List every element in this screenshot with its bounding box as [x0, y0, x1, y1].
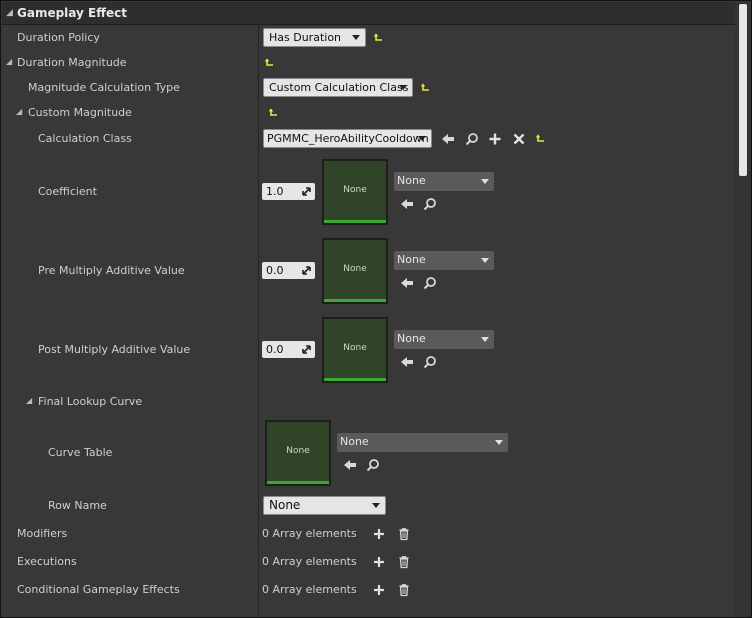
- chevron-down-icon: [399, 85, 407, 90]
- calculation-class-label: Calculation Class: [38, 132, 132, 145]
- post-multiply-label: Post Multiply Additive Value: [38, 343, 191, 356]
- browse-search-icon[interactable]: [366, 458, 380, 472]
- coefficient-label: Coefficient: [38, 185, 97, 198]
- post-multiply-curve-value: None: [397, 332, 426, 345]
- curve-table-label: Curve Table: [48, 446, 113, 459]
- reset-to-default-icon[interactable]: [421, 83, 431, 93]
- curve-table-thumbnail[interactable]: None: [265, 420, 331, 486]
- chevron-down-icon: [495, 440, 503, 445]
- post-multiply-value: 0.0: [266, 343, 284, 356]
- magnitude-calc-type-dropdown[interactable]: Custom Calculation Class: [263, 78, 413, 97]
- executions-count: 0 Array elements: [262, 555, 357, 568]
- add-element-plus-icon[interactable]: [372, 555, 386, 569]
- use-selected-arrow-icon[interactable]: [400, 276, 414, 290]
- use-selected-arrow-icon[interactable]: [343, 458, 357, 472]
- custom-magnitude-label: Custom Magnitude: [28, 106, 132, 119]
- chevron-down-icon: [481, 337, 489, 342]
- calculation-class-dropdown[interactable]: PGMMC_HeroAbilityCooldown: [263, 129, 432, 148]
- curve-thumbnail[interactable]: None: [322, 238, 388, 304]
- coefficient-curve-value: None: [397, 174, 426, 187]
- collapse-triangle-icon[interactable]: ◢: [6, 57, 12, 66]
- plus-icon[interactable]: [488, 132, 502, 146]
- final-lookup-curve-label: Final Lookup Curve: [38, 395, 143, 408]
- collapse-triangle-icon[interactable]: ◢: [16, 107, 22, 116]
- duration-policy-value: Has Duration: [269, 31, 342, 44]
- modifiers-label: Modifiers: [17, 527, 68, 540]
- category-header-gameplay-effect[interactable]: ◢ Gameplay Effect: [2, 2, 735, 25]
- curve-thumbnail[interactable]: None: [322, 317, 388, 383]
- chevron-down-icon: [481, 258, 489, 263]
- curve-thumbnail-label: None: [324, 319, 386, 381]
- use-selected-arrow-icon[interactable]: [400, 197, 414, 211]
- calculation-class-value: PGMMC_HeroAbilityCooldown: [267, 132, 429, 145]
- coefficient-value: 1.0: [266, 185, 284, 198]
- pre-multiply-input[interactable]: 0.0: [262, 262, 315, 279]
- pre-multiply-value: 0.0: [266, 264, 284, 277]
- chevron-down-icon: [352, 35, 360, 40]
- chevron-down-icon: [418, 136, 426, 141]
- drag-resize-icon[interactable]: [301, 265, 312, 276]
- post-multiply-input[interactable]: 0.0: [262, 341, 315, 358]
- details-panel: ◢ Gameplay Effect Duration Policy Has Du…: [0, 0, 752, 618]
- curve-table-value: None: [340, 435, 369, 448]
- browse-search-icon[interactable]: [423, 197, 437, 211]
- trash-icon[interactable]: [397, 527, 411, 541]
- collapse-triangle-icon[interactable]: ◢: [6, 2, 13, 24]
- trash-icon[interactable]: [397, 555, 411, 569]
- collapse-triangle-icon[interactable]: ◢: [26, 396, 32, 405]
- pre-multiply-curve-dropdown[interactable]: None: [394, 251, 494, 270]
- conditional-effects-label: Conditional Gameplay Effects: [17, 583, 180, 596]
- chevron-down-icon: [481, 179, 489, 184]
- pre-multiply-label: Pre Multiply Additive Value: [38, 264, 185, 277]
- add-element-plus-icon[interactable]: [372, 583, 386, 597]
- browse-search-icon[interactable]: [423, 355, 437, 369]
- row-name-value: None: [269, 498, 301, 512]
- duration-magnitude-label: Duration Magnitude: [17, 56, 127, 69]
- duration-policy-label: Duration Policy: [17, 31, 100, 44]
- magnitude-calc-type-value: Custom Calculation Class: [269, 81, 409, 94]
- scrollbar-thumb[interactable]: [739, 4, 747, 176]
- pre-multiply-curve-value: None: [397, 253, 426, 266]
- use-selected-arrow-icon[interactable]: [400, 355, 414, 369]
- curve-table-dropdown[interactable]: None: [337, 433, 508, 452]
- drag-resize-icon[interactable]: [301, 186, 312, 197]
- row-name-dropdown[interactable]: None: [263, 496, 386, 515]
- post-multiply-curve-dropdown[interactable]: None: [394, 330, 494, 349]
- curve-thumbnail-label: None: [324, 161, 386, 223]
- reset-to-default-icon[interactable]: [269, 108, 279, 118]
- chevron-down-icon: [372, 503, 380, 508]
- modifiers-count: 0 Array elements: [262, 527, 357, 540]
- category-title: Gameplay Effect: [17, 6, 127, 20]
- column-divider[interactable]: [258, 25, 259, 615]
- trash-icon[interactable]: [397, 583, 411, 597]
- row-name-label: Row Name: [48, 499, 107, 512]
- duration-policy-dropdown[interactable]: Has Duration: [263, 28, 366, 47]
- curve-thumbnail[interactable]: None: [322, 159, 388, 225]
- clear-x-icon[interactable]: [512, 132, 526, 146]
- curve-thumbnail-label: None: [324, 240, 386, 302]
- use-selected-arrow-icon[interactable]: [441, 132, 455, 146]
- magnitude-calc-type-label: Magnitude Calculation Type: [28, 81, 180, 94]
- conditional-effects-count: 0 Array elements: [262, 583, 357, 596]
- scrollbar[interactable]: [735, 2, 751, 617]
- browse-search-icon[interactable]: [465, 132, 479, 146]
- browse-search-icon[interactable]: [423, 276, 437, 290]
- reset-to-default-icon[interactable]: [374, 33, 384, 43]
- executions-label: Executions: [17, 555, 77, 568]
- reset-to-default-icon[interactable]: [536, 134, 546, 144]
- add-element-plus-icon[interactable]: [372, 527, 386, 541]
- reset-to-default-icon[interactable]: [265, 58, 275, 68]
- curve-table-thumbnail-label: None: [267, 422, 329, 484]
- coefficient-curve-dropdown[interactable]: None: [394, 172, 494, 191]
- coefficient-input[interactable]: 1.0: [262, 183, 315, 200]
- drag-resize-icon[interactable]: [301, 344, 312, 355]
